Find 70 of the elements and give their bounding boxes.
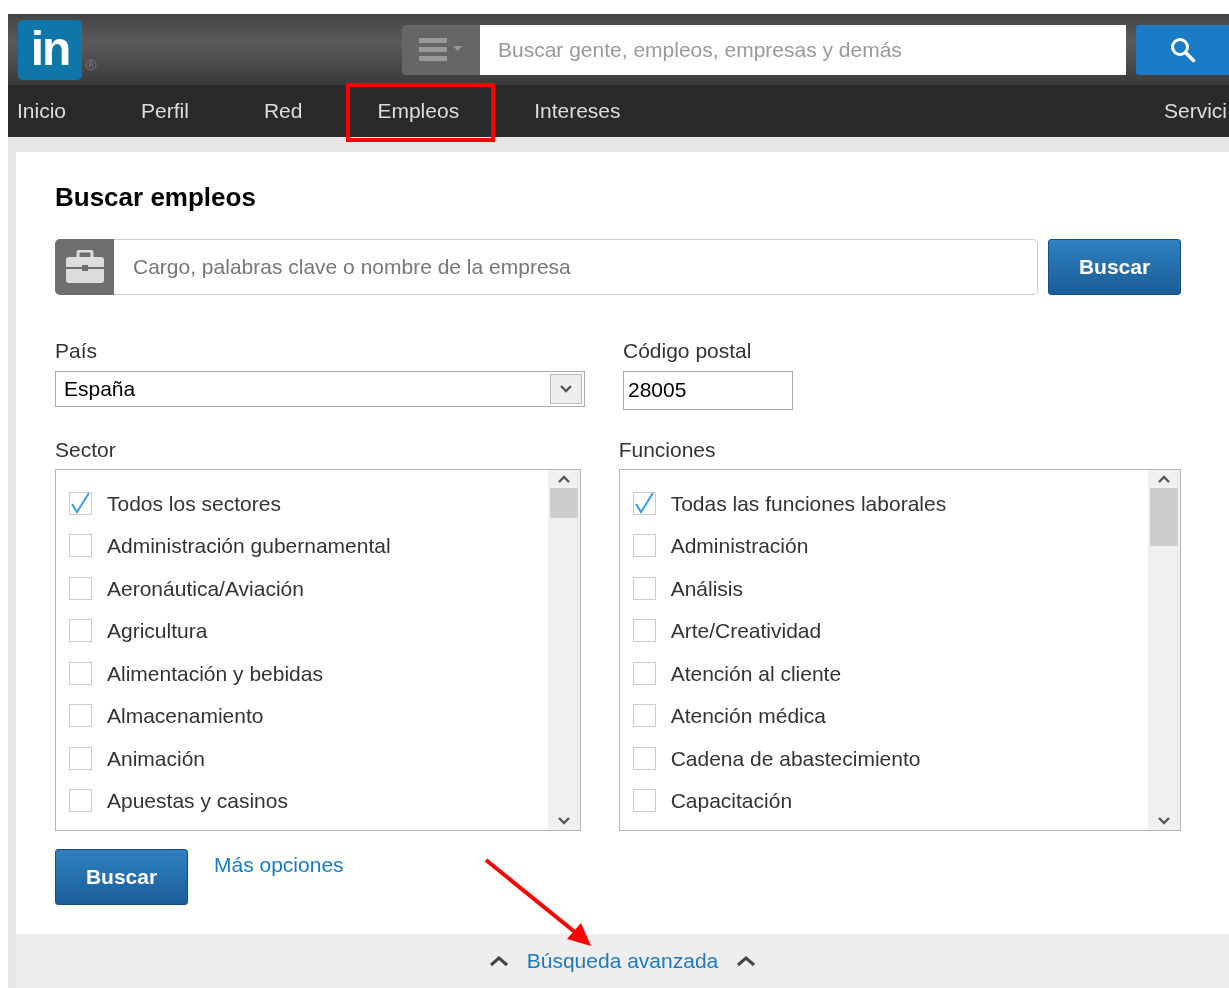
nav-tab[interactable]: Servici: [1164, 95, 1227, 127]
nav-tab[interactable]: Perfil: [141, 95, 189, 127]
checkbox[interactable]: [69, 491, 92, 515]
search-button[interactable]: Buscar: [1048, 239, 1181, 296]
chevron-up-icon[interactable]: [556, 474, 571, 485]
search-button[interactable]: Buscar: [55, 849, 188, 906]
list-option: Todas las funciones laborales: [670, 487, 947, 520]
menu-button[interactable]: [402, 24, 480, 75]
field-label: Código postal: [623, 338, 753, 365]
checkbox[interactable]: [632, 491, 656, 515]
scrollbar-thumb[interactable]: [549, 488, 578, 519]
list-option: Atención al cliente: [670, 657, 842, 690]
registered-icon: [85, 59, 97, 71]
list-option: Aeronáutica/Aviación: [107, 572, 304, 605]
page-title: Buscar empleos: [55, 182, 257, 214]
list-option: Administración: [670, 530, 809, 562]
list-option: Capacitación: [670, 785, 793, 817]
search-field[interactable]: Buscar gente, empleos, empresas y demás: [480, 24, 1126, 75]
more-options-link[interactable]: Más opciones: [214, 849, 344, 881]
search-button[interactable]: [1136, 24, 1229, 75]
chevron-up-icon: [736, 955, 757, 967]
field-label: Sector: [55, 436, 117, 463]
checkbox[interactable]: [69, 746, 92, 770]
checkbox[interactable]: [632, 576, 656, 600]
logo[interactable]: in: [18, 19, 82, 80]
list-option: Cadena de abastecimiento: [670, 742, 921, 775]
list-option: Apuestas y casinos: [107, 785, 288, 817]
checkbox[interactable]: [69, 661, 92, 685]
checkbox[interactable]: [69, 534, 92, 558]
checkbox[interactable]: [632, 619, 656, 643]
list-option: Atención médica: [670, 700, 826, 732]
nav-tab[interactable]: Intereses: [534, 95, 621, 127]
list-option: Administración gubernamental: [107, 530, 391, 562]
list-option: Agricultura: [107, 615, 208, 647]
select-value: España: [64, 375, 136, 402]
checkbox[interactable]: [69, 704, 92, 728]
checkbox[interactable]: [632, 661, 656, 685]
list-option: Arte/Creatividad: [670, 615, 822, 647]
nav-tab[interactable]: Red: [263, 95, 303, 127]
checkbox[interactable]: [69, 789, 92, 813]
checkbox[interactable]: [69, 576, 92, 600]
checkbox[interactable]: [632, 534, 656, 558]
scrollbar[interactable]: [1148, 470, 1180, 831]
country-select[interactable]: España: [55, 370, 585, 407]
chevron-down-icon: [559, 383, 573, 394]
chevron-down-icon[interactable]: [556, 816, 571, 827]
chevron-up-icon[interactable]: [1157, 474, 1171, 485]
scrollbar-thumb[interactable]: [1150, 488, 1178, 547]
keyword-field[interactable]: Cargo, palabras clave o nombre de la empresa: [114, 239, 1038, 296]
postal-code-field[interactable]: 28005: [623, 370, 793, 410]
menu-icon: [419, 36, 463, 63]
nav-tab[interactable]: Empleos: [377, 95, 460, 127]
scrollbar[interactable]: [547, 470, 580, 831]
field-label: País: [55, 338, 99, 365]
chevron-down-icon[interactable]: [1157, 816, 1171, 827]
list-option: Alimentación y bebidas: [107, 657, 323, 690]
search-icon: [1169, 36, 1196, 63]
advanced-search-link[interactable]: Búsqueda avanzada: [526, 945, 719, 977]
chevron-up-icon: [488, 955, 509, 967]
nav-tab[interactable]: Inicio: [17, 95, 67, 127]
list-option: Almacenamiento: [107, 700, 264, 732]
briefcase-icon: [55, 239, 114, 296]
checkbox[interactable]: [69, 619, 92, 643]
list-option: Todos los sectores: [107, 487, 281, 520]
list-option: Análisis: [670, 572, 744, 605]
checkbox[interactable]: [632, 746, 656, 770]
field-label: Funciones: [618, 436, 717, 463]
list-option: Animación: [107, 742, 206, 775]
checkbox[interactable]: [632, 789, 656, 813]
checkbox[interactable]: [632, 704, 656, 728]
